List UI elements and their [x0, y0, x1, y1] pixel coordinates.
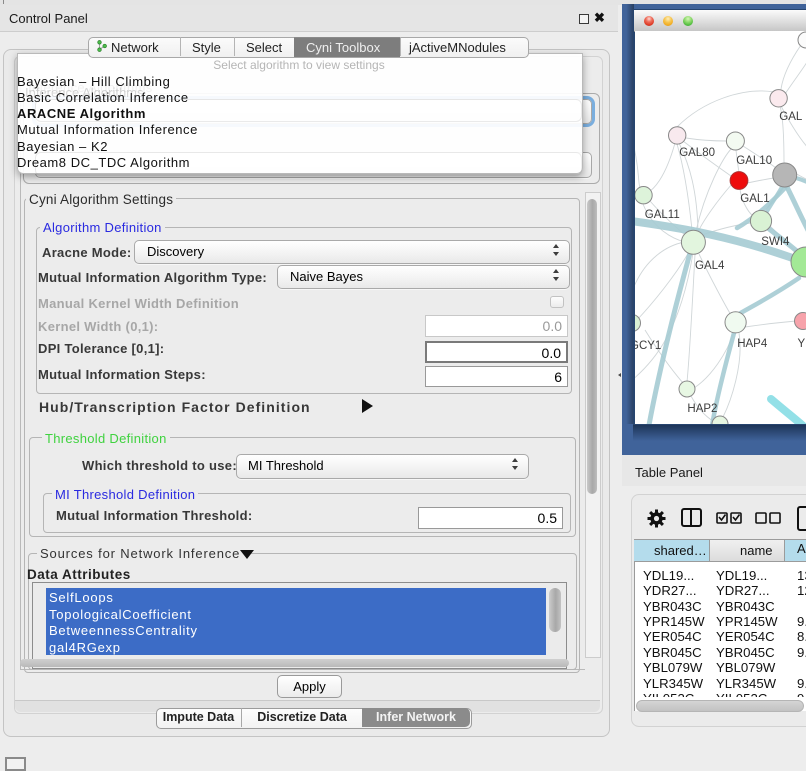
- svg-text:GAL11: GAL11: [645, 209, 680, 221]
- svg-text:HAP4: HAP4: [737, 338, 768, 350]
- svg-text:GAL1: GAL1: [740, 193, 769, 205]
- svg-text:GAL80: GAL80: [679, 147, 715, 159]
- svg-text:SWI4: SWI4: [761, 236, 790, 248]
- svg-text:GAL: GAL: [779, 111, 803, 123]
- svg-text:Y: Y: [798, 338, 806, 350]
- svg-text:GCY1: GCY1: [635, 340, 661, 352]
- svg-text:GAL10: GAL10: [736, 155, 772, 167]
- svg-text:HAP2: HAP2: [687, 403, 717, 415]
- svg-text:GAL4: GAL4: [695, 260, 725, 272]
